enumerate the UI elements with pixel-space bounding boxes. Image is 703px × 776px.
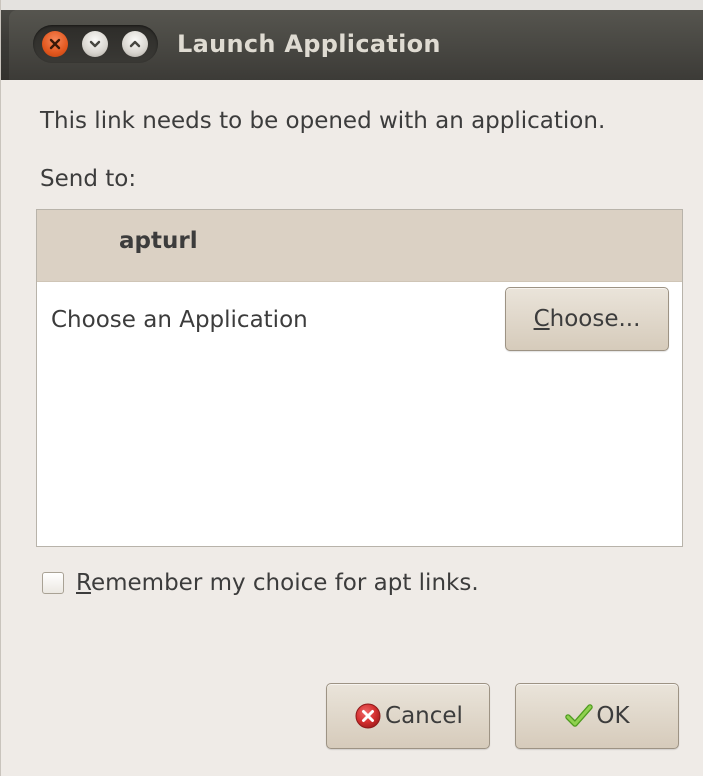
title-bar-inner: Launch Application [9,10,703,80]
send-to-label: Send to: [40,166,137,192]
remember-choice-label[interactable]: Remember my choice for apt links. [76,570,479,596]
application-list: apturl Choose an Application Choose... [36,209,683,547]
window-title: Launch Application [177,30,441,58]
remember-choice-checkbox[interactable] [42,572,64,594]
choose-button[interactable]: Choose... [505,287,669,351]
window-controls [33,25,158,63]
cancel-button-label: Cancel [385,703,463,729]
choose-button-label: hoose... [549,306,641,332]
checkmark-icon [564,701,594,731]
ok-button[interactable]: OK [515,683,679,749]
maximize-icon[interactable] [122,31,148,57]
remember-choice-row[interactable]: Remember my choice for apt links. [42,568,479,598]
remember-choice-text: emember my choice for apt links. [90,570,479,596]
list-header: apturl [37,210,682,282]
close-icon[interactable] [42,31,68,57]
ok-button-label: OK [596,703,630,729]
list-header-label: apturl [119,228,198,254]
choose-button-mnemonic: C [533,306,550,332]
cancel-icon [353,701,383,731]
dialog-message: This link needs to be opened with an app… [40,108,606,134]
choose-application-label: Choose an Application [51,307,308,333]
title-bar[interactable]: Launch Application [1,0,703,80]
remember-choice-mnemonic: R [76,570,91,596]
cancel-button[interactable]: Cancel [326,683,490,749]
launch-application-dialog: Launch Application This link needs to be… [0,0,703,776]
minimize-icon[interactable] [82,31,108,57]
